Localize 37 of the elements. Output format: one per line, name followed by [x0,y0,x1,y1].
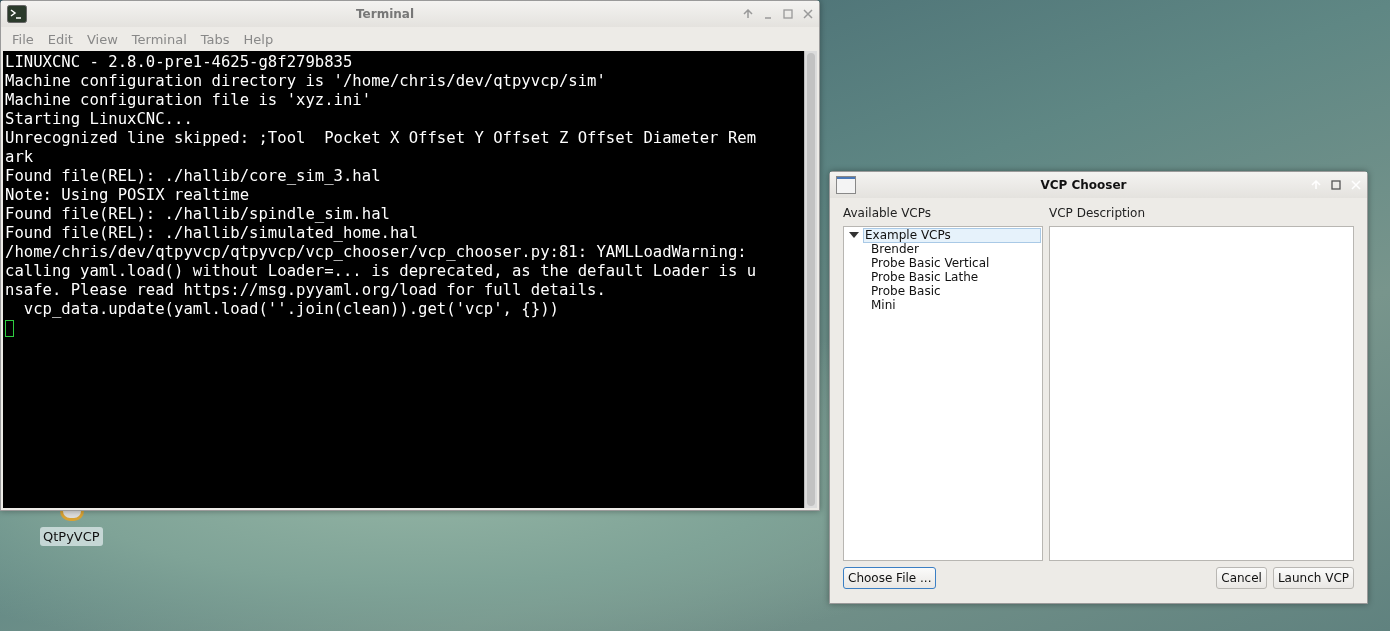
description-label: VCP Description [1049,206,1146,220]
terminal-line: Machine configuration directory is '/home/chris/dev/qtpyvcp/sim' [5,72,607,91]
tree-item[interactable]: Mini [869,297,898,313]
tree-item[interactable]: Probe Basic Vertical [869,255,992,271]
terminal-line: Note: Using POSIX realtime [5,186,251,205]
tree-item[interactable]: Probe Basic Lathe [869,269,981,285]
terminal-line: /home/chris/dev/qtpyvcp/qtpyvcp/vcp_chooser/vcp_chooser.py:81: YAMLLoadWarning: [5,243,748,262]
terminal-line: calling yaml.load() without Loader=... is deprecated, as the default Loader is u [5,262,758,281]
terminal-line: Found file(REL): ./hallib/core_sim_3.hal [5,167,382,186]
terminal-line: Found file(REL): ./hallib/simulated_home.hal [5,224,420,243]
list-label: Available VCPs [843,206,932,220]
launch-button[interactable]: Launch VCP [1272,567,1354,589]
terminal-line: Machine configuration file is 'xyz.ini' [5,91,373,110]
terminal-line: vcp_data.update(yaml.load(''.join(clean)).get('vcp', {})) [22,300,560,319]
desktop-icon-label[interactable]: QtPyVCP [40,527,103,546]
terminal-line: Unrecognized line skipped: ;Tool Pocket X Offset Y Offset Z Offset Diameter Rem [5,129,758,148]
terminal-line: Found file(REL): ./hallib/spindle_sim.hal [5,205,391,224]
tree-item[interactable]: Probe Basic [869,283,943,299]
terminal-line: nsafe. Please read https://msg.pyyaml.org/load for full details. [5,281,607,300]
tree-item[interactable]: Brender [869,241,921,257]
maximize-icon[interactable] [783,9,793,19]
keep-above-icon[interactable] [743,9,753,19]
terminal-line: ark [5,148,35,167]
cancel-button[interactable]: Cancel [1216,567,1267,589]
expanded-arrow-icon[interactable] [849,231,859,239]
choose-file-button[interactable]: Choose File ... [843,567,937,589]
tree-item[interactable]: Example VCPs [863,227,1041,243]
terminal-icon [7,5,27,23]
maximize-icon[interactable] [1331,180,1341,190]
window-icon [836,176,856,194]
terminal-line: Starting LinuxCNC... [5,110,194,129]
text-cursor [5,320,14,337]
terminal-line: LINUXCNC - 2.8.0-pre1-4625-g8f279b835 [5,53,354,72]
scrollbar-thumb[interactable] [807,53,815,506]
window-title: Terminal [355,7,415,21]
close-icon[interactable] [803,9,813,19]
window-title: VCP Chooser [1039,178,1128,192]
